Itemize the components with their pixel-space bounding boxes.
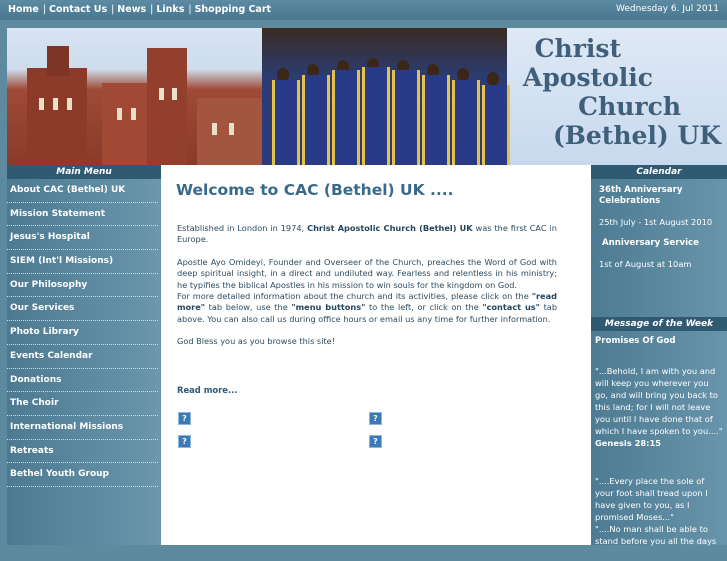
menu-item-philosophy[interactable]: Our Philosophy bbox=[7, 274, 158, 298]
intro-paragraph-3: For more detailed information about the … bbox=[177, 291, 558, 324]
church-name-line3: Church bbox=[578, 92, 681, 121]
menu-item-services[interactable]: Our Services bbox=[7, 297, 158, 322]
message-title: Promises Of God bbox=[595, 336, 676, 346]
main-content: Welcome to CAC (Bethel) UK .... Establis… bbox=[161, 165, 591, 545]
broken-image-icon[interactable]: ? bbox=[178, 435, 191, 448]
current-date: Wednesday 6. Jul 2011 bbox=[615, 4, 719, 14]
nav-news-link[interactable]: News bbox=[117, 4, 146, 15]
nav-links-link[interactable]: Links bbox=[156, 4, 184, 15]
left-sidebar: Main Menu About CAC (Bethel) UK Mission … bbox=[7, 165, 161, 545]
church-name-line2: Apostolic bbox=[522, 63, 653, 92]
church-name-line4: (Bethel) UK bbox=[552, 121, 721, 150]
nav-cart-link[interactable]: Shopping Cart bbox=[195, 4, 271, 15]
intro-paragraph-2: Apostle Ayo Omideyi, Founder and Oversee… bbox=[177, 256, 557, 290]
top-nav-links: Home | Contact Us | News | Links | Shopping Cart bbox=[8, 4, 272, 15]
event-date: 25th July - 1st August 2010 bbox=[599, 217, 713, 227]
intro-text: Established in London in 1974, Christ Ap… bbox=[177, 223, 557, 359]
menu-item-about[interactable]: About CAC (Bethel) UK bbox=[7, 179, 158, 203]
nav-contact-link[interactable]: Contact Us bbox=[49, 4, 107, 15]
message-quote: "....No man shall be able to stand befor… bbox=[595, 524, 717, 546]
church-name-logo: Christ Apostolic Church (Bethel) UK bbox=[523, 34, 721, 150]
message-quote: "....Every place the sole of your foot s… bbox=[595, 476, 708, 522]
menu-item-international-missions[interactable]: International Missions bbox=[7, 416, 158, 440]
right-sidebar: Calendar 36th Anniversary Celebrations 2… bbox=[591, 165, 727, 546]
menu-item-retreats[interactable]: Retreats bbox=[7, 440, 158, 464]
broken-image-icon[interactable]: ? bbox=[369, 435, 382, 448]
choir-photo bbox=[262, 28, 510, 165]
menu-item-siem[interactable]: SIEM (Int'l Missions) bbox=[7, 250, 158, 274]
calendar-panel: 36th Anniversary Celebrations 25th July … bbox=[591, 179, 727, 270]
menu-item-youth-group[interactable]: Bethel Youth Group bbox=[7, 463, 158, 487]
menu-item-choir[interactable]: The Choir bbox=[7, 392, 158, 416]
calendar-heading: Calendar bbox=[591, 165, 727, 179]
intro-paragraph-1: Established in London in 1974, Christ Ap… bbox=[177, 223, 557, 245]
event-title: 36th Anniversary Celebrations bbox=[599, 185, 683, 206]
message-of-week-heading: Message of the Week bbox=[591, 317, 727, 331]
church-building-image bbox=[7, 28, 262, 165]
menu-item-photo-library[interactable]: Photo Library bbox=[7, 321, 158, 345]
event-date: 1st of August at 10am bbox=[599, 259, 692, 269]
blessing-text: God Bless you as you browse this site! bbox=[177, 336, 336, 347]
church-name-line1: Christ bbox=[534, 34, 621, 63]
main-menu: About CAC (Bethel) UK Mission Statement … bbox=[7, 179, 161, 487]
menu-item-events-calendar[interactable]: Events Calendar bbox=[7, 345, 158, 369]
header-banner: Christ Apostolic Church (Bethel) UK bbox=[7, 28, 727, 165]
menu-item-donations[interactable]: Donations bbox=[7, 369, 158, 393]
main-menu-heading: Main Menu bbox=[7, 165, 161, 179]
event-title: Anniversary Service bbox=[602, 238, 699, 248]
menu-item-mission-statement[interactable]: Mission Statement bbox=[7, 203, 158, 227]
message-quote: "...Behold, I am with you and will keep … bbox=[595, 366, 723, 448]
top-nav-bar: Home | Contact Us | News | Links | Shopping Cart… bbox=[0, 0, 727, 20]
message-of-week-panel: Promises Of God "...Behold, I am with yo… bbox=[595, 335, 723, 561]
broken-image-icon[interactable]: ? bbox=[369, 412, 382, 425]
read-more-link[interactable]: Read more... bbox=[177, 385, 238, 395]
nav-home-link[interactable]: Home bbox=[8, 4, 39, 15]
broken-image-icon[interactable]: ? bbox=[178, 412, 191, 425]
menu-item-jesus-hospital[interactable]: Jesus's Hospital bbox=[7, 226, 158, 251]
page-title: Welcome to CAC (Bethel) UK .... bbox=[176, 181, 454, 199]
